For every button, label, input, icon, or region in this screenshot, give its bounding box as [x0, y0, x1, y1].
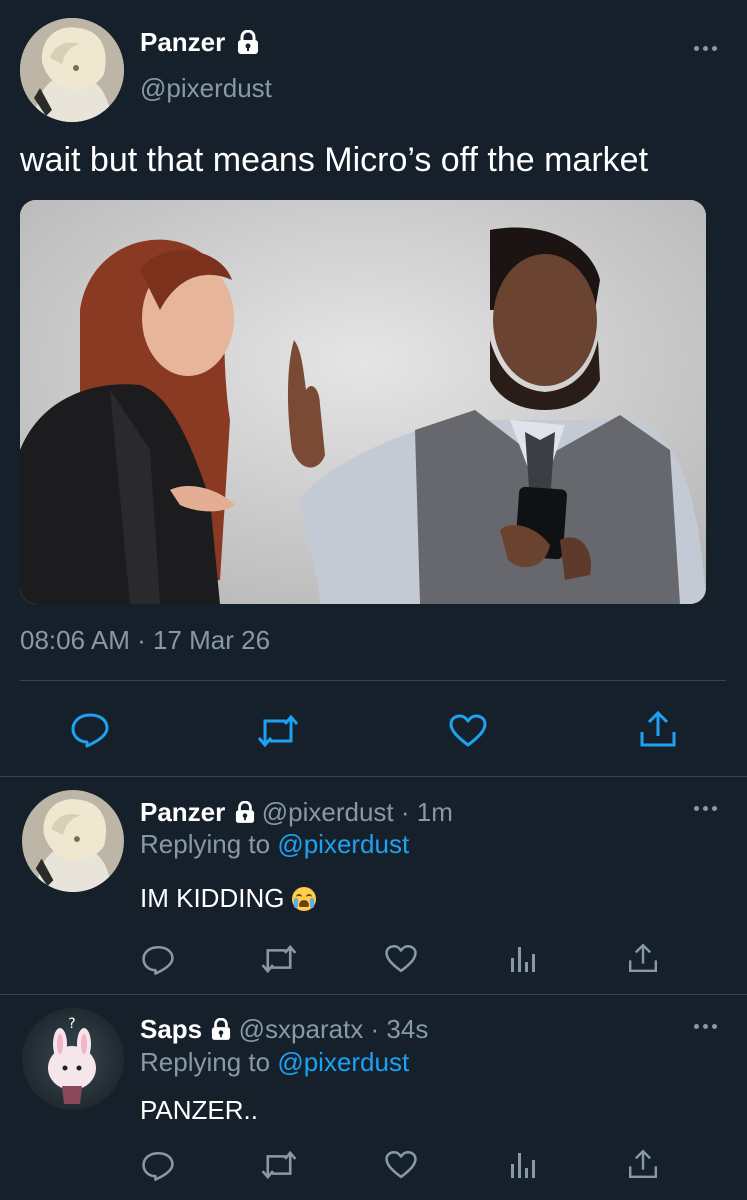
retweet-button[interactable]	[260, 1150, 298, 1180]
avatar[interactable]	[22, 790, 124, 892]
loudly-crying-face-icon	[291, 887, 316, 911]
like-icon	[385, 944, 417, 973]
like-button[interactable]	[384, 944, 418, 974]
replying-to-label: Replying to	[140, 829, 271, 859]
more-options-icon[interactable]	[694, 804, 718, 812]
reply-button[interactable]	[141, 1150, 175, 1182]
author-name[interactable]: Panzer	[140, 27, 225, 57]
avatar[interactable]	[20, 18, 124, 122]
retweet-button[interactable]	[260, 944, 298, 974]
avatar[interactable]: ?	[22, 1008, 124, 1110]
reply-button[interactable]	[141, 944, 175, 976]
author-handle[interactable]: @sxparatx	[239, 1014, 364, 1044]
replying-to-link[interactable]: @pixerdust	[277, 1047, 409, 1077]
svg-text:?: ?	[68, 1016, 75, 1032]
tweet-text: wait but that means Micro’s off the mark…	[20, 141, 649, 179]
reply-text: PANZER..	[140, 1095, 258, 1125]
reply-button[interactable]	[70, 712, 110, 748]
author-handle[interactable]: @pixerdust	[140, 72, 272, 104]
analytics-icon	[511, 947, 535, 972]
like-button[interactable]	[448, 714, 488, 748]
retweet-icon	[261, 1150, 297, 1180]
replying-to-label: Replying to	[140, 1047, 271, 1077]
retweet-button[interactable]	[256, 714, 300, 748]
share-icon	[640, 710, 676, 747]
like-icon	[385, 1150, 417, 1179]
more-options-icon[interactable]	[694, 44, 718, 52]
divider	[20, 680, 726, 681]
retweet-icon	[261, 944, 297, 974]
tweet-image[interactable]	[20, 200, 706, 604]
tweet-time[interactable]: 08:06 AM	[20, 625, 130, 655]
author-name[interactable]: Saps	[140, 1014, 202, 1044]
lock-icon	[211, 1018, 231, 1041]
author-handle[interactable]: @pixerdust	[262, 797, 394, 827]
lock-icon	[235, 801, 255, 824]
separator-dot: ·	[400, 797, 410, 827]
like-icon	[449, 714, 487, 747]
share-button[interactable]	[627, 1148, 659, 1180]
like-button[interactable]	[384, 1150, 418, 1180]
separator-dot: ·	[370, 1014, 380, 1044]
reply-age[interactable]: 34s	[386, 1014, 428, 1044]
reply-age[interactable]: 1m	[417, 797, 453, 827]
more-options-icon[interactable]	[694, 1022, 718, 1030]
share-button[interactable]	[627, 942, 659, 974]
reply-icon	[71, 713, 109, 748]
reply-text: IM KIDDING	[140, 883, 285, 913]
lock-icon	[237, 30, 259, 55]
separator-dot: ·	[137, 625, 146, 655]
analytics-button[interactable]	[508, 1150, 538, 1180]
share-button[interactable]	[638, 710, 678, 748]
retweet-icon	[257, 714, 299, 748]
reply-icon	[142, 1151, 174, 1181]
share-icon	[629, 943, 657, 972]
replying-to-link[interactable]: @pixerdust	[277, 829, 409, 859]
reply-icon	[142, 945, 174, 975]
tweet-date[interactable]: 17 Mar 26	[153, 625, 270, 655]
analytics-icon	[511, 1153, 535, 1178]
divider	[0, 776, 747, 777]
share-icon	[629, 1149, 657, 1178]
author-name[interactable]: Panzer	[140, 797, 225, 827]
analytics-button[interactable]	[508, 944, 538, 974]
divider	[0, 994, 747, 995]
